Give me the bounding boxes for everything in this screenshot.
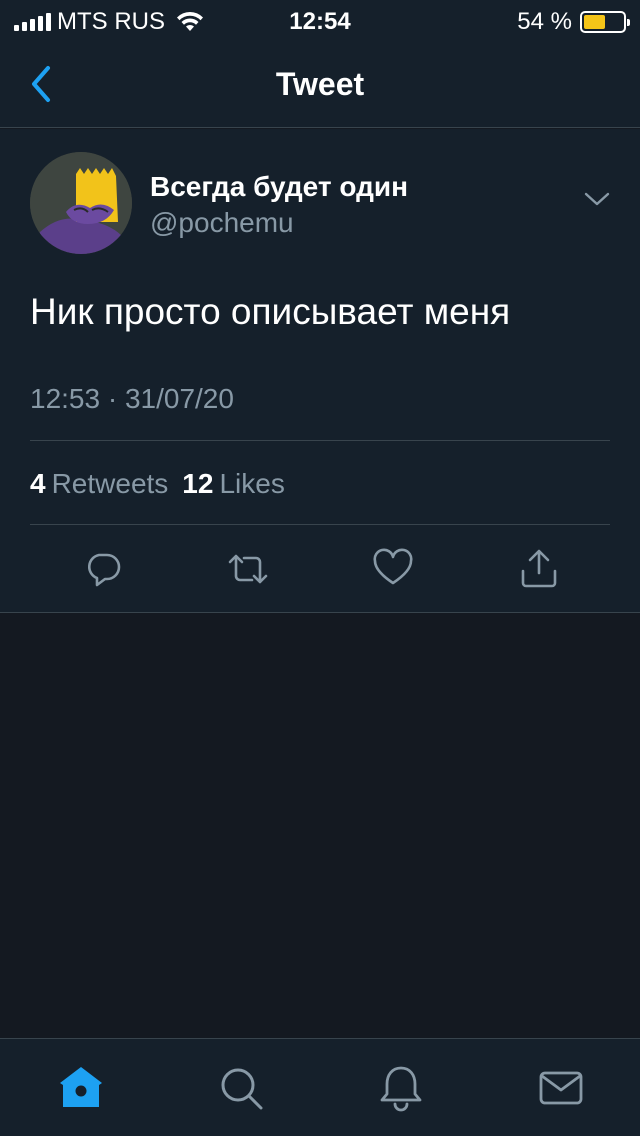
tweet-text: Ник просто описывает меня <box>30 291 511 332</box>
search-icon <box>221 1068 263 1110</box>
likes-stat[interactable]: 12 Likes <box>182 468 285 500</box>
tab-search[interactable] <box>216 1063 266 1113</box>
tweet-options-button[interactable] <box>584 191 610 207</box>
reply-button[interactable] <box>81 547 125 591</box>
nav-bar: Tweet <box>0 40 640 128</box>
retweet-icon <box>228 554 268 584</box>
retweets-stat[interactable]: 4 Retweets <box>30 468 168 500</box>
status-right: 54 % <box>517 8 630 36</box>
home-icon <box>60 1067 102 1107</box>
user-handle[interactable]: @pochemu <box>150 207 294 239</box>
battery-icon <box>580 11 630 33</box>
display-name[interactable]: Всегда будет один <box>150 171 408 203</box>
reply-icon <box>87 553 121 587</box>
tab-messages[interactable] <box>536 1063 586 1113</box>
tweet-card: Всегда будет один @pochemu Ник просто оп… <box>0 129 640 613</box>
tweet-actions <box>0 547 640 591</box>
notifications-icon <box>380 1066 422 1112</box>
messages-icon <box>539 1071 583 1105</box>
divider <box>30 440 610 441</box>
tab-home[interactable] <box>56 1063 106 1113</box>
tab-bar <box>0 1038 640 1136</box>
likes-label: Likes <box>219 468 285 499</box>
battery-level <box>584 15 605 29</box>
share-button[interactable] <box>517 547 561 591</box>
like-button[interactable] <box>371 547 415 591</box>
battery-percent: 54 % <box>517 8 572 35</box>
likes-count: 12 <box>182 468 214 499</box>
battery-tip <box>627 19 630 26</box>
like-icon <box>373 548 413 585</box>
page-title: Tweet <box>275 66 365 102</box>
tweet-stats: 4 Retweets 12 Likes <box>30 468 285 500</box>
tweet-timestamp: 12:53 · 31/07/20 <box>30 383 234 414</box>
retweets-count: 4 <box>30 468 46 499</box>
retweets-label: Retweets <box>51 468 169 499</box>
avatar[interactable] <box>30 152 132 254</box>
divider <box>30 524 610 525</box>
retweet-button[interactable] <box>226 547 270 591</box>
tab-notifications[interactable] <box>376 1063 426 1113</box>
avatar-image <box>30 152 132 254</box>
status-bar: MTS RUS 12:54 54 % <box>0 0 640 40</box>
chevron-down-icon <box>584 192 610 206</box>
share-icon <box>521 549 557 588</box>
